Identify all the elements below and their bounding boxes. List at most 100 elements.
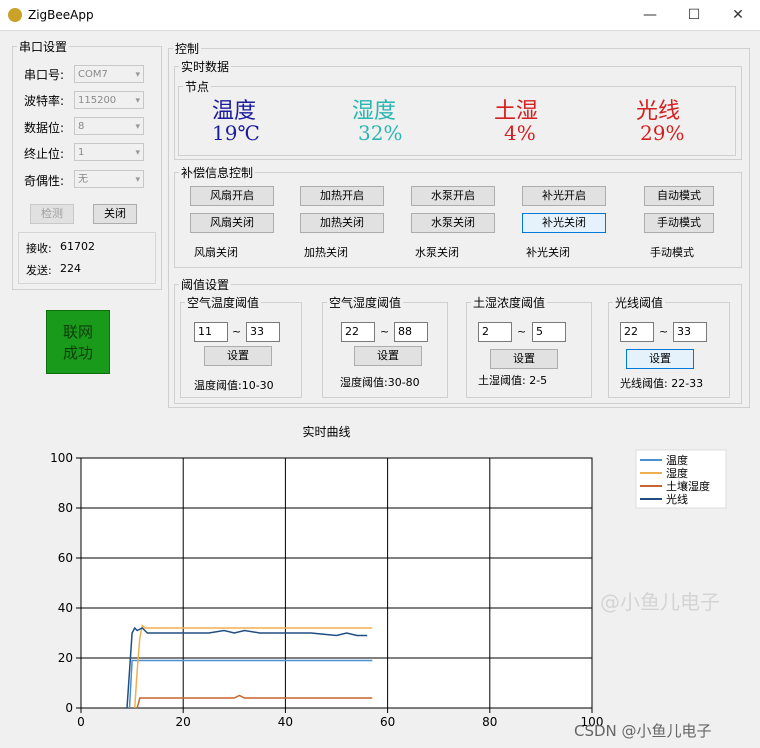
light-threshold-title: 光线阈值 xyxy=(615,296,664,310)
x-tick-label: 80 xyxy=(482,715,497,729)
x-tick-label: 20 xyxy=(176,715,191,729)
stopbits-select[interactable]: 1 ▾ xyxy=(74,143,144,161)
light-low-input[interactable]: 22 xyxy=(620,322,654,342)
detect-button[interactable]: 检测 xyxy=(30,204,74,224)
serial-settings-legend: 串口设置 xyxy=(19,40,68,54)
databits-select[interactable]: 8 ▾ xyxy=(74,117,144,135)
chevron-down-icon: ▾ xyxy=(135,122,140,132)
port-value: COM7 xyxy=(78,69,108,80)
network-status-indicator: 联网 成功 xyxy=(46,310,110,374)
soil-set-button[interactable]: 设置 xyxy=(490,349,558,369)
y-tick-label: 20 xyxy=(58,651,73,665)
soil-low-input[interactable]: 2 xyxy=(478,322,512,342)
heat-status: 加热关闭 xyxy=(304,246,348,259)
chevron-down-icon: ▾ xyxy=(135,175,140,185)
y-tick-label: 80 xyxy=(58,501,73,515)
parity-select[interactable]: 无 ▾ xyxy=(74,170,144,188)
soil-high-input[interactable]: 5 xyxy=(532,322,566,342)
humidity-threshold-title: 空气湿度阈值 xyxy=(329,296,402,310)
app-icon xyxy=(8,8,22,22)
light-threshold-status: 光线阈值: 22-33 xyxy=(620,377,704,390)
close-port-button[interactable]: 关闭 xyxy=(93,204,137,224)
watermark-center: @小鱼儿电子 xyxy=(600,590,720,614)
compensation-legend: 补偿信息控制 xyxy=(181,166,254,180)
temp-tilde: ~ xyxy=(232,325,242,338)
auto-mode-button[interactable]: 自动模式 xyxy=(644,186,714,206)
node-legend: 节点 xyxy=(185,80,210,94)
plot-area xyxy=(80,457,593,709)
chevron-down-icon: ▾ xyxy=(135,148,140,158)
y-tick-label: 100 xyxy=(50,451,73,465)
x-tick-label: 40 xyxy=(278,715,293,729)
stopbits-value: 1 xyxy=(78,147,85,158)
receive-count: 61702 xyxy=(60,240,95,253)
heat-on-button[interactable]: 加热开启 xyxy=(300,186,384,206)
baud-label: 波特率: xyxy=(24,94,65,108)
soil-threshold-status: 土湿阈值: 2-5 xyxy=(478,374,548,387)
parity-label: 奇偶性: xyxy=(24,174,65,188)
stopbits-label: 终止位: xyxy=(24,147,65,161)
pump-off-button[interactable]: 水泵关闭 xyxy=(411,213,495,233)
light-on-button[interactable]: 补光开启 xyxy=(522,186,606,206)
window-title: ZigBeeApp xyxy=(28,8,94,22)
x-tick-label: 0 xyxy=(77,715,85,729)
chart-title: 实时曲线 xyxy=(302,424,350,439)
legend-label-1: 温度 xyxy=(666,453,688,467)
manual-mode-button[interactable]: 手动模式 xyxy=(644,213,714,233)
baud-value: 115200 xyxy=(78,95,117,106)
maximize-button[interactable]: ☐ xyxy=(672,0,716,30)
heat-off-button[interactable]: 加热关闭 xyxy=(300,213,384,233)
chevron-down-icon: ▾ xyxy=(135,70,140,80)
watermark-bottom: CSDN @小鱼儿电子 xyxy=(574,722,712,740)
y-tick-label: 0 xyxy=(65,701,73,715)
fan-off-button[interactable]: 风扇关闭 xyxy=(190,213,274,233)
light-off-button[interactable]: 补光关闭 xyxy=(522,213,606,233)
send-label: 发送: xyxy=(26,264,52,277)
pump-on-button[interactable]: 水泵开启 xyxy=(411,186,495,206)
network-status-line2: 成功 xyxy=(62,344,93,362)
humidity-threshold-status: 湿度阈值:30-80 xyxy=(340,376,420,389)
receive-label: 接收: xyxy=(26,242,52,255)
realtime-data-legend: 实时数据 xyxy=(181,60,230,74)
humidity-low-input[interactable]: 22 xyxy=(341,322,375,342)
light-value: 29% xyxy=(640,121,685,145)
legend-label-2: 湿度 xyxy=(666,466,688,480)
light-set-button[interactable]: 设置 xyxy=(626,349,694,369)
humidity-set-button[interactable]: 设置 xyxy=(354,346,422,366)
databits-label: 数据位: xyxy=(24,121,65,135)
temperature-value: 19℃ xyxy=(212,121,260,145)
fan-on-button[interactable]: 风扇开启 xyxy=(190,186,274,206)
light-tilde: ~ xyxy=(659,325,669,338)
threshold-legend: 阈值设置 xyxy=(181,278,230,292)
parity-value: 无 xyxy=(78,174,88,185)
temp-high-input[interactable]: 33 xyxy=(246,322,280,342)
y-tick-label: 60 xyxy=(58,551,73,565)
legend-label-3: 土壤湿度 xyxy=(666,479,710,493)
temp-threshold-status: 温度阈值:10-30 xyxy=(194,379,274,392)
light-high-input[interactable]: 33 xyxy=(673,322,707,342)
control-legend: 控制 xyxy=(175,42,200,56)
port-select[interactable]: COM7 ▾ xyxy=(74,65,144,83)
temp-threshold-title: 空气温度阈值 xyxy=(187,296,260,310)
temp-set-button[interactable]: 设置 xyxy=(204,346,272,366)
y-tick-label: 40 xyxy=(58,601,73,615)
light-status: 补光关闭 xyxy=(526,246,570,259)
databits-value: 8 xyxy=(78,121,85,132)
pump-status: 水泵关闭 xyxy=(415,246,459,259)
soil-threshold-title: 土湿浓度阈值 xyxy=(473,296,546,310)
minimize-button[interactable]: — xyxy=(628,0,672,30)
soil-tilde: ~ xyxy=(517,325,527,338)
realtime-chart: 实时曲线0 20 40 60 80 100020406080100 温度湿度土壤湿度光线 xyxy=(50,424,727,729)
humidity-value: 32% xyxy=(358,121,403,145)
temp-low-input[interactable]: 11 xyxy=(194,322,228,342)
baud-select[interactable]: 115200 ▾ xyxy=(74,91,144,109)
soil-value: 4% xyxy=(504,121,536,145)
network-status-line1: 联网 xyxy=(62,323,93,341)
humidity-tilde: ~ xyxy=(380,325,390,338)
close-button[interactable]: ✕ xyxy=(716,0,760,30)
port-label: 串口号: xyxy=(24,68,65,82)
humidity-high-input[interactable]: 88 xyxy=(394,322,428,342)
mode-status: 手动模式 xyxy=(650,246,694,259)
x-tick-label: 60 xyxy=(380,715,395,729)
fan-status: 风扇关闭 xyxy=(194,246,238,259)
